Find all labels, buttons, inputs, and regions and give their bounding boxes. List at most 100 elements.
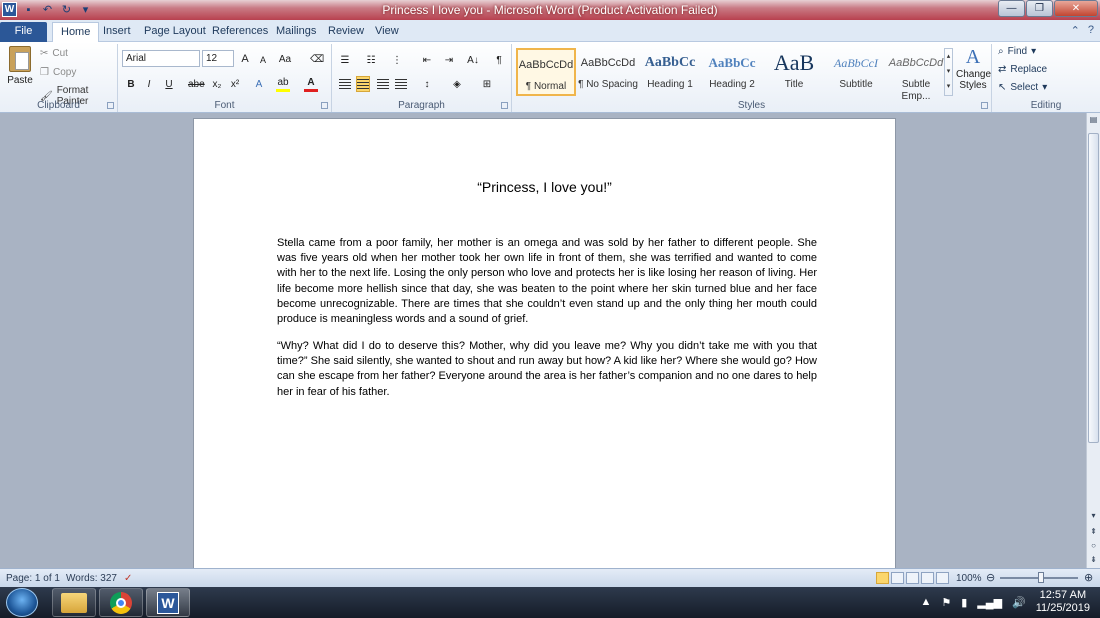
italic-button[interactable]: I bbox=[142, 76, 156, 92]
word-taskbar-button[interactable]: W bbox=[146, 588, 190, 617]
shading-icon[interactable]: ◈ bbox=[450, 76, 464, 92]
font-size-select[interactable]: 12 bbox=[202, 50, 234, 67]
change-case-button[interactable]: Aa bbox=[278, 51, 292, 67]
battery-icon[interactable]: ▮ bbox=[961, 596, 967, 609]
close-button[interactable]: ✕ bbox=[1054, 0, 1098, 17]
style-subtitle[interactable]: AaBbCcI Subtitle bbox=[826, 48, 886, 96]
font-launcher[interactable] bbox=[321, 102, 328, 109]
replace-button[interactable]: ⇄ Replace bbox=[998, 64, 1047, 75]
document-title[interactable]: “Princess, I love you!” bbox=[194, 179, 895, 195]
print-layout-icon[interactable] bbox=[876, 572, 889, 584]
proofing-icon[interactable]: ✓ bbox=[124, 573, 132, 584]
scroll-down-icon[interactable]: ▾ bbox=[1088, 511, 1099, 523]
sort-button[interactable]: A↓ bbox=[466, 52, 480, 68]
network-signal-icon[interactable]: ▂▄▆ bbox=[977, 596, 1002, 609]
zoom-slider[interactable] bbox=[1000, 572, 1078, 583]
tab-page-layout[interactable]: Page Layout bbox=[136, 22, 214, 42]
clock[interactable]: 12:57 AM 11/25/2019 bbox=[1036, 589, 1090, 615]
clear-formatting-icon[interactable]: ⌫ bbox=[310, 51, 324, 67]
clipboard-launcher[interactable] bbox=[107, 102, 114, 109]
zoom-in-icon[interactable]: ⊕ bbox=[1084, 571, 1093, 584]
browse-object-icon[interactable]: ○ bbox=[1088, 541, 1099, 553]
ruler-toggle-icon[interactable]: ▤ bbox=[1088, 115, 1099, 127]
copy-icon: ❐ bbox=[40, 67, 49, 78]
style-normal[interactable]: AaBbCcDd ¶ Normal bbox=[516, 48, 576, 96]
change-styles-button[interactable]: A Change Styles bbox=[956, 46, 991, 91]
cut-button[interactable]: ✂ Cut bbox=[40, 48, 68, 59]
numbering-icon[interactable]: ☷ bbox=[364, 52, 378, 68]
bold-button[interactable]: B bbox=[124, 76, 138, 92]
borders-icon[interactable]: ⊞ bbox=[480, 76, 494, 92]
document-paragraph[interactable]: Stella came from a poor family, her moth… bbox=[277, 236, 817, 327]
tab-references[interactable]: References bbox=[204, 22, 276, 42]
grow-font-button[interactable]: A bbox=[238, 51, 252, 67]
style-heading-2[interactable]: AaBbCc Heading 2 bbox=[702, 48, 762, 96]
minimize-button[interactable]: — bbox=[998, 0, 1025, 17]
change-styles-icon: A bbox=[965, 46, 981, 68]
paragraph-launcher[interactable] bbox=[501, 102, 508, 109]
justify-icon[interactable] bbox=[394, 76, 408, 92]
zoom-out-icon[interactable]: ⊖ bbox=[986, 571, 995, 584]
zoom-level[interactable]: 100% bbox=[956, 573, 982, 584]
tab-view[interactable]: View bbox=[367, 22, 407, 42]
align-center-icon[interactable] bbox=[356, 76, 370, 92]
help-icon[interactable]: ? bbox=[1088, 24, 1094, 37]
subscript-button[interactable]: x₂ bbox=[210, 76, 224, 92]
minimize-ribbon-icon[interactable]: ⌃ bbox=[1071, 24, 1080, 37]
styles-launcher[interactable] bbox=[981, 102, 988, 109]
copy-button[interactable]: ❐ Copy bbox=[40, 67, 76, 78]
multilevel-list-icon[interactable]: ⋮ bbox=[390, 52, 404, 68]
style-title[interactable]: AaB Title bbox=[764, 48, 824, 96]
style-subtle-emphasis[interactable]: AaBbCcDd Subtle Emp... bbox=[888, 48, 944, 102]
taskbar: W ▲ ⚑ ▮ ▂▄▆ 🔊 12:57 AM 11/25/2019 bbox=[0, 587, 1100, 618]
zoom-slider-knob[interactable] bbox=[1038, 572, 1044, 583]
bullets-icon[interactable]: ☰ bbox=[338, 52, 352, 68]
superscript-button[interactable]: x² bbox=[228, 76, 242, 92]
decrease-indent-icon[interactable]: ⇤ bbox=[420, 52, 434, 68]
strikethrough-button[interactable]: abe bbox=[188, 76, 205, 92]
tab-review[interactable]: Review bbox=[320, 22, 372, 42]
highlight-icon[interactable]: ab bbox=[276, 76, 290, 92]
maximize-button[interactable]: ❐ bbox=[1026, 0, 1053, 17]
previous-page-icon[interactable]: ⇞ bbox=[1088, 527, 1099, 539]
select-button[interactable]: ↖ Select ▾ bbox=[998, 82, 1047, 93]
page-count[interactable]: Page: 1 of 1 bbox=[6, 573, 60, 584]
find-button[interactable]: ⌕ Find ▾ bbox=[998, 46, 1036, 57]
outline-icon[interactable] bbox=[921, 572, 934, 584]
font-name-select[interactable]: Arial bbox=[122, 50, 200, 67]
line-spacing-icon[interactable]: ↕ bbox=[420, 76, 434, 92]
document-page[interactable]: “Princess, I love you!” Stella came from… bbox=[193, 118, 896, 568]
style-heading-1[interactable]: AaBbCc Heading 1 bbox=[640, 48, 700, 96]
shrink-font-button[interactable]: A bbox=[256, 52, 270, 68]
action-center-flag-icon[interactable]: ⚑ bbox=[941, 596, 951, 609]
vertical-scrollbar[interactable]: ▤ ▾ ⇞ ○ ⇟ bbox=[1086, 113, 1100, 568]
style-no-spacing[interactable]: AaBbCcDd ¶ No Spacing bbox=[578, 48, 638, 96]
volume-icon[interactable]: 🔊 bbox=[1012, 596, 1026, 609]
scrollbar-thumb[interactable] bbox=[1088, 133, 1099, 443]
tab-insert[interactable]: Insert bbox=[95, 22, 139, 42]
document-paragraph[interactable]: “Why? What did I do to deserve this? Mot… bbox=[277, 339, 817, 400]
web-layout-icon[interactable] bbox=[906, 572, 919, 584]
chrome-taskbar-button[interactable] bbox=[99, 588, 143, 617]
tab-home[interactable]: Home bbox=[52, 22, 100, 42]
show-marks-button[interactable]: ¶ bbox=[492, 52, 506, 68]
word-count[interactable]: Words: 327 bbox=[66, 573, 117, 584]
underline-button[interactable]: U bbox=[162, 76, 176, 92]
increase-indent-icon[interactable]: ⇥ bbox=[442, 52, 456, 68]
align-right-icon[interactable] bbox=[376, 76, 390, 92]
binoculars-icon: ⌕ bbox=[998, 46, 1004, 57]
next-page-icon[interactable]: ⇟ bbox=[1088, 555, 1099, 567]
align-left-icon[interactable] bbox=[338, 76, 352, 92]
text-effects-icon[interactable]: A bbox=[252, 76, 266, 92]
file-explorer-taskbar-button[interactable] bbox=[52, 588, 96, 617]
draft-icon[interactable] bbox=[936, 572, 949, 584]
chrome-icon bbox=[110, 591, 132, 614]
tab-mailings[interactable]: Mailings bbox=[268, 22, 324, 42]
tab-file[interactable]: File bbox=[0, 22, 47, 42]
start-button[interactable] bbox=[6, 588, 38, 617]
show-hidden-icons-icon[interactable]: ▲ bbox=[921, 596, 932, 608]
styles-scroll[interactable]: ▴ ▾ ▾ bbox=[944, 48, 953, 96]
full-screen-reading-icon[interactable] bbox=[891, 572, 904, 584]
paste-button[interactable]: Paste bbox=[6, 46, 34, 86]
font-color-icon[interactable]: A bbox=[304, 76, 318, 92]
